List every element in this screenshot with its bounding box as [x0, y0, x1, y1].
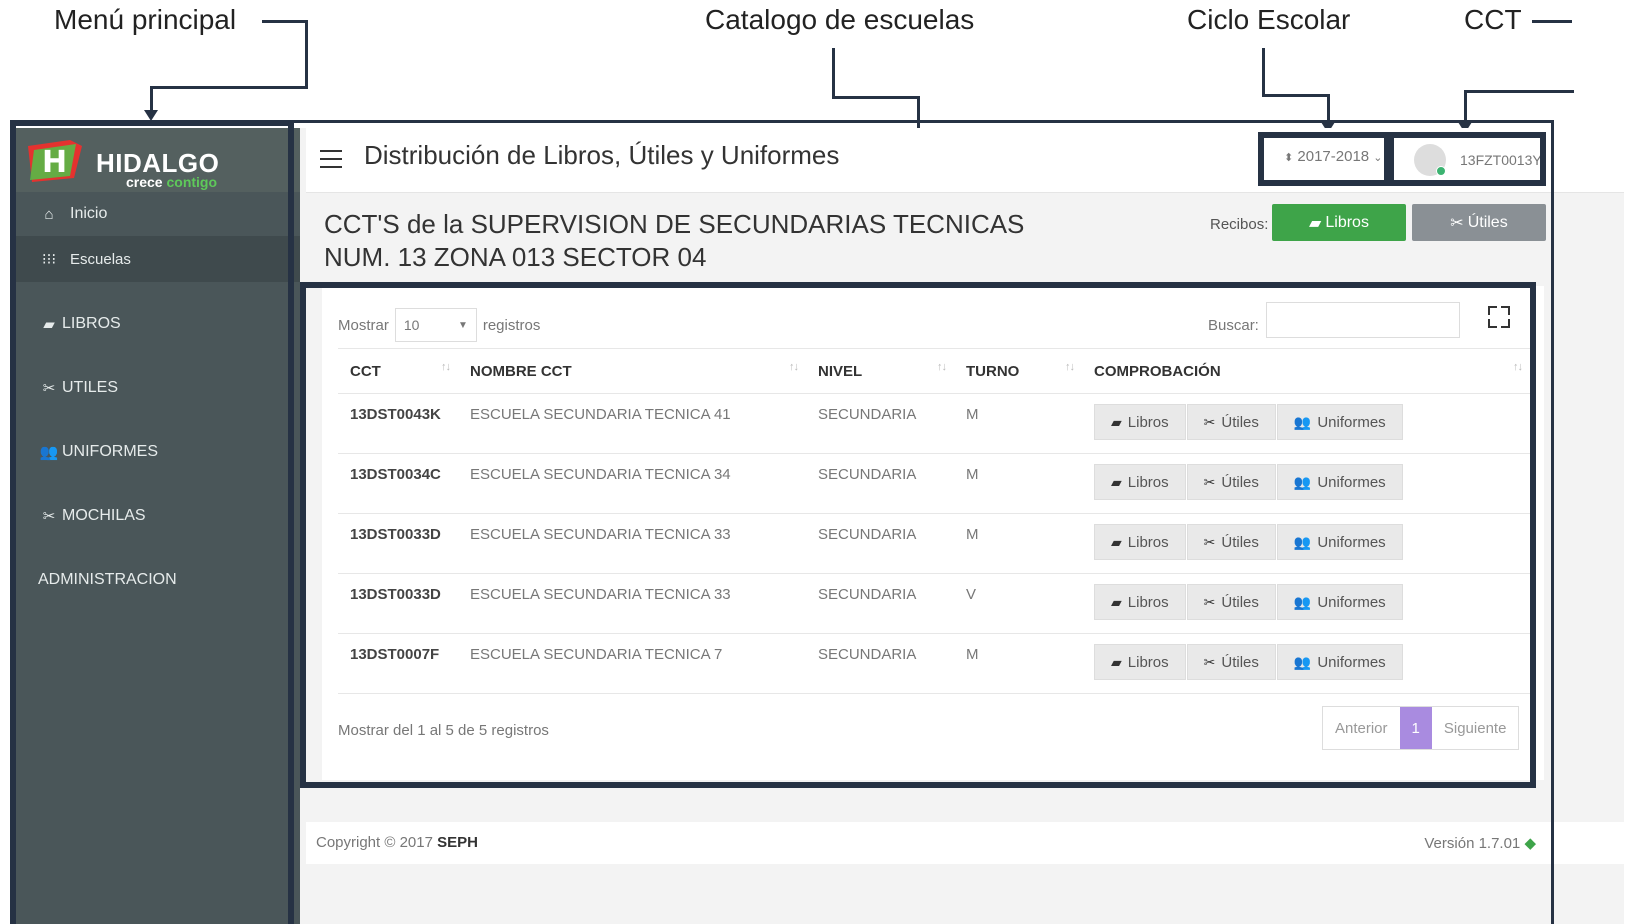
- callout-line: [262, 20, 308, 23]
- annotation-catalog: Catalogo de escuelas: [705, 4, 975, 35]
- highlight-frame-menu: [10, 120, 294, 924]
- callout-line: [832, 48, 835, 98]
- highlight-frame-cct: [1388, 132, 1546, 186]
- highlight-frame-catalog: [300, 282, 1536, 788]
- callout-line: [1262, 94, 1330, 97]
- annotation-menu: Menú principal: [54, 4, 237, 35]
- annotation-cct: CCT: [1464, 4, 1522, 35]
- callout-line: [1464, 90, 1574, 93]
- callout-line: [305, 20, 308, 88]
- highlight-frame-cycle: [1258, 132, 1390, 186]
- callout-line: [1464, 90, 1467, 122]
- callout-line: [150, 86, 308, 89]
- callout-line: [832, 96, 920, 99]
- callout-line: [1262, 48, 1265, 96]
- callout-line: [1532, 20, 1572, 23]
- callout-line: [1327, 94, 1330, 122]
- annotation-cycle: Ciclo Escolar: [1187, 4, 1351, 35]
- callout-line: [150, 86, 153, 110]
